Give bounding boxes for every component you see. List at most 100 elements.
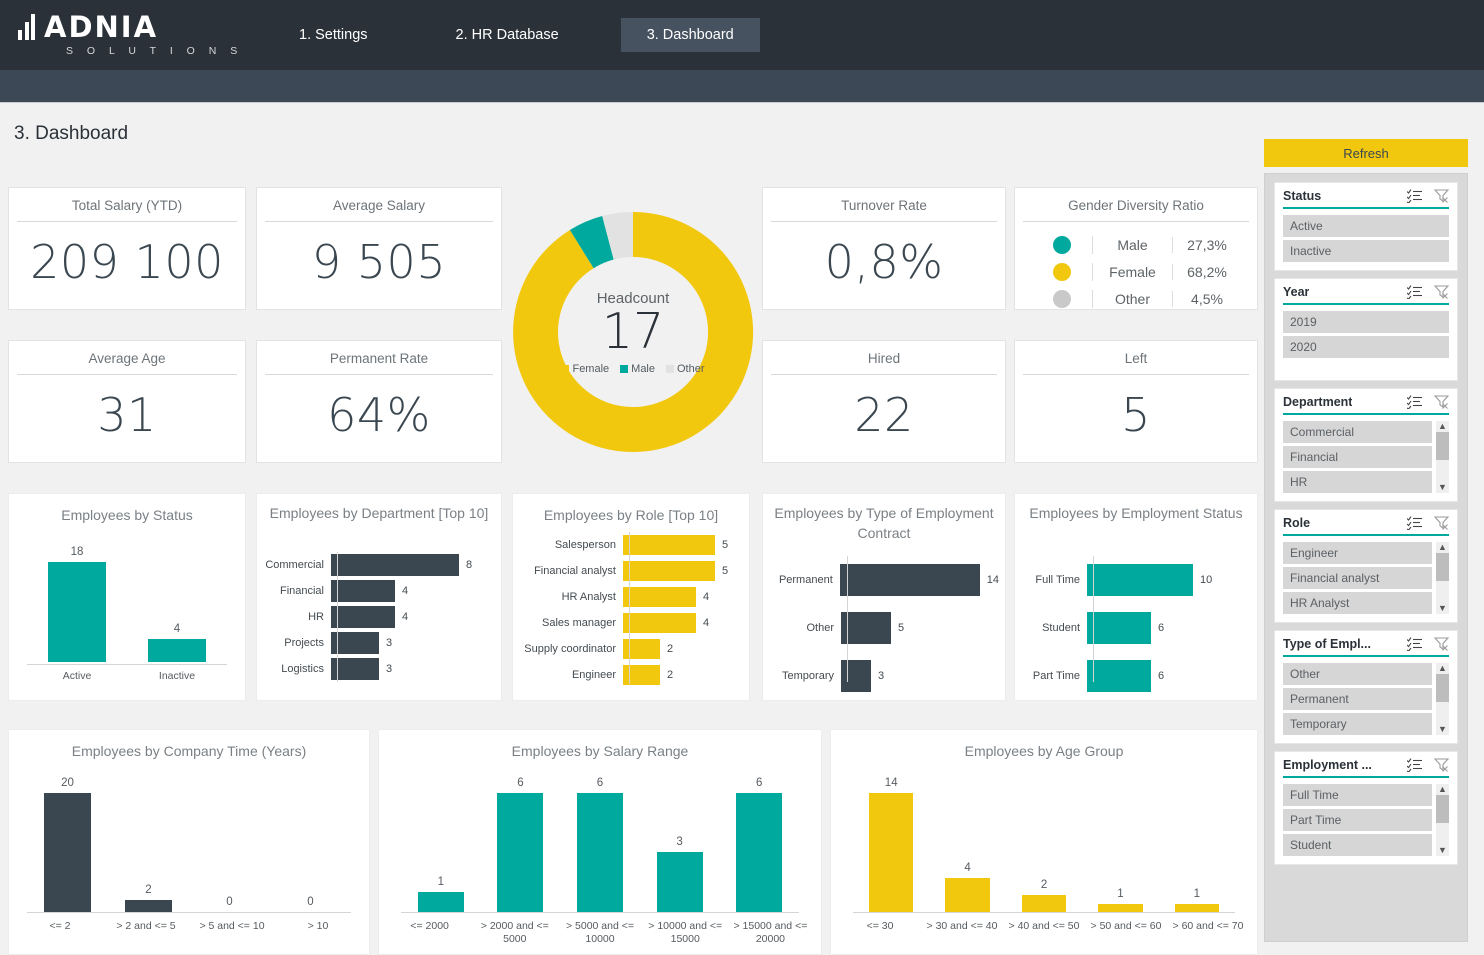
slicer-scrollbar[interactable]: ▲ ▼ (1436, 542, 1449, 614)
slicer-option[interactable]: Financial (1283, 446, 1432, 468)
gender-diversity-card: Gender Diversity Ratio Male 27,3% Female… (1014, 187, 1258, 310)
bar-rect (841, 660, 871, 692)
slicer-scrollbar[interactable]: ▲ ▼ (1436, 784, 1449, 856)
slicer-option[interactable]: Inactive (1283, 240, 1449, 262)
slicer-option[interactable]: Temporary (1283, 713, 1432, 735)
slicer-panel: Status Active Inactive (1264, 173, 1468, 942)
scroll-thumb[interactable] (1436, 553, 1449, 581)
bar-label: HR Analyst (519, 591, 623, 603)
slicer-option[interactable]: HR Analyst (1283, 592, 1432, 614)
slicer-title: Department (1283, 395, 1352, 409)
logo-bars-icon (18, 14, 35, 40)
multi-select-icon[interactable] (1407, 395, 1423, 409)
bar-value: 0 (307, 896, 313, 908)
slicer-body: Other Permanent Temporary ▲ ▼ (1283, 657, 1449, 735)
gender-label: Female (1093, 264, 1173, 280)
scroll-down-icon[interactable]: ▼ (1438, 724, 1447, 735)
clear-filter-icon[interactable] (1434, 189, 1449, 203)
slicer-header: Employment ... (1283, 758, 1449, 778)
slicer-option[interactable]: 2020 (1283, 336, 1449, 358)
bar-label: Temporary (769, 670, 841, 682)
slicer-scrollbar[interactable]: ▲ ▼ (1436, 421, 1449, 493)
slicer-option[interactable]: Full Time (1283, 784, 1432, 806)
slicer-option[interactable]: Student (1283, 834, 1432, 856)
scroll-up-icon[interactable]: ▲ (1438, 784, 1447, 795)
tick-label: Active (27, 670, 127, 683)
bar-item: 14 (853, 772, 929, 912)
scroll-down-icon[interactable]: ▼ (1438, 482, 1447, 493)
slicer-department: Department Commercial Financi (1274, 388, 1458, 502)
bar-value: 14 (987, 574, 999, 586)
scroll-up-icon[interactable]: ▲ (1438, 421, 1447, 432)
kpi-title: Average Salary (265, 188, 493, 222)
multi-select-icon[interactable] (1407, 285, 1423, 299)
bar-value: 6 (517, 777, 523, 789)
main-nav: 1. Settings 2. HR Database 3. Dashboard (273, 18, 796, 52)
nav-tab-settings[interactable]: 1. Settings (273, 18, 394, 52)
bar-value: 1 (438, 876, 444, 888)
bar-item: Projects 3 (265, 630, 495, 656)
scroll-thumb[interactable] (1436, 674, 1449, 702)
bar-value: 4 (402, 585, 408, 597)
bar-rect (1087, 612, 1151, 644)
slicer-option[interactable]: 2019 (1283, 311, 1449, 333)
slicer-option[interactable]: Part Time (1283, 809, 1432, 831)
slicer-option[interactable]: Engineer (1283, 542, 1432, 564)
multi-select-icon[interactable] (1407, 516, 1423, 530)
nav-tab-hr-database[interactable]: 2. HR Database (430, 18, 585, 52)
bar-item: 1 (1159, 772, 1235, 912)
clear-filter-icon[interactable] (1434, 395, 1449, 409)
y-axis-line (1093, 556, 1094, 682)
bar-rect (331, 658, 379, 680)
bar-rect (1098, 904, 1142, 912)
bar-value: 3 (386, 663, 392, 675)
multi-select-icon[interactable] (1407, 637, 1423, 651)
clear-filter-icon[interactable] (1434, 285, 1449, 299)
kpi-value: 31 (9, 375, 245, 455)
refresh-button[interactable]: Refresh (1264, 139, 1468, 167)
page-title: 3. Dashboard (0, 103, 1484, 145)
multi-select-icon[interactable] (1407, 189, 1423, 203)
legend-label-female: Female (572, 363, 609, 375)
kpi-value: 64% (257, 375, 501, 455)
slicer-option[interactable]: Financial analyst (1283, 567, 1432, 589)
slicer-option[interactable]: Other (1283, 663, 1432, 685)
scroll-up-icon[interactable]: ▲ (1438, 663, 1447, 674)
chart-employees-by-status: Employees by Status 18 4 Active Inactive (8, 493, 246, 701)
slicer-title: Year (1283, 285, 1309, 299)
slicer-option[interactable]: Active (1283, 215, 1449, 237)
slicer-option[interactable]: HR (1283, 471, 1432, 493)
bar-rect (497, 793, 543, 912)
slicer-title: Type of Empl... (1283, 637, 1371, 651)
bar-label: HR (265, 611, 331, 623)
kpi-title: Average Age (17, 341, 237, 375)
slicer-header: Role (1283, 516, 1449, 536)
slicer-scrollbar[interactable]: ▲ ▼ (1436, 663, 1449, 735)
multi-select-icon[interactable] (1407, 758, 1423, 772)
bar-value: 14 (885, 777, 898, 789)
scroll-thumb[interactable] (1436, 795, 1449, 823)
kpi-card-average-salary: Average Salary 9 505 (256, 187, 502, 310)
x-axis-tick-labels: <= 2000 > 2000 and <= 5000 > 5000 and <=… (387, 920, 813, 946)
brand-name: ADNIA (44, 14, 158, 40)
scroll-down-icon[interactable]: ▼ (1438, 603, 1447, 614)
bar-item: 2 (108, 772, 189, 912)
clear-filter-icon[interactable] (1434, 758, 1449, 772)
nav-tab-dashboard[interactable]: 3. Dashboard (621, 18, 760, 52)
tick-label: > 60 and <= 70 (1167, 920, 1249, 933)
kpi-title: Turnover Rate (771, 188, 997, 222)
kpi-card-left: Left 5 (1014, 340, 1258, 463)
scroll-up-icon[interactable]: ▲ (1438, 542, 1447, 553)
scroll-down-icon[interactable]: ▼ (1438, 845, 1447, 856)
tick-label: > 10000 and <= 15000 (643, 920, 728, 946)
slicer-option[interactable]: Commercial (1283, 421, 1432, 443)
bar-label: Projects (265, 637, 331, 649)
bar-value: 10 (1200, 574, 1212, 586)
scroll-thumb[interactable] (1436, 432, 1449, 460)
bar-item: 2 (1006, 772, 1082, 912)
clear-filter-icon[interactable] (1434, 637, 1449, 651)
clear-filter-icon[interactable] (1434, 516, 1449, 530)
slicer-option[interactable]: Permanent (1283, 688, 1432, 710)
brand-logo: ADNIA S O L U T I O N S (18, 14, 248, 57)
bar-value: 2 (667, 669, 673, 681)
